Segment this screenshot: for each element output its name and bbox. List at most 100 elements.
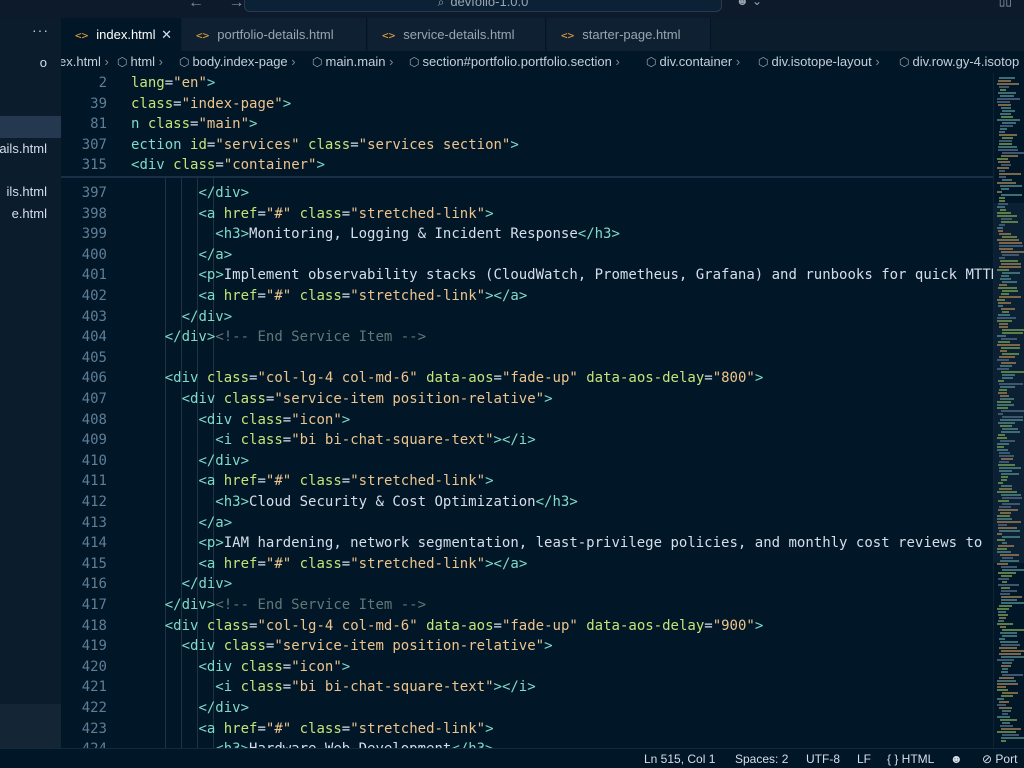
sidebar-item-selected[interactable] (0, 116, 61, 138)
code-text[interactable]: <a href="#" class="stretched-link"> (131, 719, 493, 739)
code-line[interactable]: 415 <a href="#" class="stretched-link"><… (61, 554, 993, 574)
cursor-position[interactable]: Ln 515, Col 1 (644, 749, 715, 768)
code-text[interactable]: <p>IAM hardening, network segmentation, … (131, 533, 993, 553)
tab-portfolio-details[interactable]: <> portfolio-details.html (182, 18, 367, 51)
copilot-icon[interactable]: ☻ ⌄ (736, 0, 762, 8)
code-line[interactable]: 405 (61, 348, 993, 368)
ports-indicator[interactable]: ⊘ Port (982, 749, 1017, 768)
indentation-setting[interactable]: Spaces: 2 (735, 749, 788, 768)
sidebar-item-starter-page[interactable]: e.html (0, 203, 61, 225)
minimap-line (997, 227, 1003, 229)
sticky-scroll-line[interactable]: 315 <div class="container"> (61, 155, 993, 176)
minimap[interactable] (993, 73, 1024, 748)
sticky-scroll-line[interactable]: 39 class="index-page"> (61, 93, 993, 114)
code-line[interactable]: 407 <div class="service-item position-re… (61, 389, 993, 409)
code-text[interactable]: </div> (131, 307, 233, 327)
code-line[interactable]: 397 </div> (61, 183, 993, 203)
code-text[interactable]: <div class="service-item position-relati… (131, 389, 553, 409)
breadcrumb-item[interactable]: ⬡ div.isotope-layout › (758, 51, 880, 73)
tab-index-html[interactable]: <> index.html ✕ (61, 18, 181, 51)
code-line[interactable]: 404 </div><!-- End Service Item --> (61, 327, 993, 347)
code-line[interactable]: 408 <div class="icon"> (61, 410, 993, 430)
code-text[interactable]: <div class="service-item position-relati… (131, 636, 553, 656)
code-line[interactable]: 402 <a href="#" class="stretched-link"><… (61, 286, 993, 306)
sticky-scroll-line[interactable]: 2 lang="en"> (61, 73, 993, 93)
minimap-line (999, 647, 1017, 649)
more-actions-icon[interactable]: ··· (32, 22, 49, 38)
code-line[interactable]: 398 <a href="#" class="stretched-link"> (61, 204, 993, 224)
code-text[interactable]: ection id="services" class="services sec… (131, 135, 519, 155)
sticky-scroll-line[interactable]: 307 ection id="services" class="services … (61, 134, 993, 155)
code-text[interactable]: <a href="#" class="stretched-link"></a> (131, 286, 527, 306)
code-line[interactable]: 411 <a href="#" class="stretched-link"> (61, 471, 993, 491)
code-line[interactable]: 420 <div class="icon"> (61, 657, 993, 677)
code-line[interactable]: 416 </div> (61, 574, 993, 594)
code-text[interactable]: <i class="bi bi-chat-square-text"></i> (131, 677, 535, 697)
breadcrumb-item[interactable]: ⬡ main.main › (312, 51, 393, 73)
code-text[interactable]: </a> (131, 245, 232, 265)
command-center[interactable]: ⌕ devfolio-1.0.0 (244, 0, 722, 12)
copilot-icon[interactable]: ☻ (950, 749, 963, 768)
code-text[interactable]: <div class="container"> (131, 155, 325, 175)
minimap-line (998, 524, 1007, 526)
code-text[interactable]: <div class="col-lg-4 col-md-6" data-aos=… (131, 368, 764, 388)
code-line[interactable]: 409 <i class="bi bi-chat-square-text"></… (61, 430, 993, 450)
code-line[interactable]: 412 <h3>Cloud Security & Cost Optimizati… (61, 492, 993, 512)
sidebar-item-service-details[interactable]: ils.html (0, 181, 61, 203)
code-text[interactable]: </div> (131, 574, 233, 594)
code-text[interactable]: </a> (131, 513, 232, 533)
eol-setting[interactable]: LF (857, 749, 871, 768)
breadcrumb-item[interactable]: ⬡ html › (117, 51, 163, 73)
code-text[interactable]: lang="en"> (131, 73, 215, 93)
code-text[interactable]: <h3>Monitoring, Logging & Incident Respo… (131, 224, 620, 244)
code-text[interactable]: <a href="#" class="stretched-link"> (131, 471, 493, 491)
code-text[interactable]: </div> (131, 451, 249, 471)
code-line[interactable]: 419 <div class="service-item position-re… (61, 636, 993, 656)
code-line[interactable]: 423 <a href="#" class="stretched-link"> (61, 719, 993, 739)
code-line[interactable]: 403 </div> (61, 307, 993, 327)
code-line[interactable]: 421 <i class="bi bi-chat-square-text"></… (61, 677, 993, 697)
code-text[interactable]: <div class="icon"> (131, 657, 350, 677)
tab-starter-page[interactable]: <> starter-page.html (547, 18, 711, 51)
code-line[interactable]: 400 </a> (61, 245, 993, 265)
code-text[interactable]: <a href="#" class="stretched-link"></a> (131, 554, 527, 574)
code-line[interactable]: 414 <p>IAM hardening, network segmentati… (61, 533, 993, 553)
code-text[interactable]: </div> (131, 698, 249, 718)
code-text[interactable]: </div><!-- End Service Item --> (131, 595, 426, 615)
encoding-setting[interactable]: UTF-8 (806, 749, 840, 768)
code-text[interactable]: <h3>Hardware Web Development</h3> (131, 739, 493, 748)
breadcrumb-item[interactable]: ex.html › (61, 51, 109, 73)
tab-service-details[interactable]: <> service-details.html (368, 18, 546, 51)
breadcrumb-item[interactable]: ⬡ div.row.gy-4.isotop (899, 51, 1019, 73)
code-editor[interactable]: 397 </div> 398 <a href="#" class="stretch… (61, 73, 993, 748)
code-text[interactable]: </div> (131, 183, 249, 203)
code-text[interactable]: class="index-page"> (131, 94, 291, 114)
code-line[interactable]: 418 <div class="col-lg-4 col-md-6" data-… (61, 616, 993, 636)
close-icon[interactable]: ✕ (161, 18, 172, 51)
breadcrumb-item[interactable]: ⬡ section#portfolio.portfolio.section › (409, 51, 620, 73)
code-line[interactable]: 406 <div class="col-lg-4 col-md-6" data-… (61, 368, 993, 388)
code-line[interactable]: 417 </div><!-- End Service Item --> (61, 595, 993, 615)
code-text[interactable]: <h3>Cloud Security & Cost Optimization</… (131, 492, 577, 512)
code-text[interactable]: <div class="icon"> (131, 410, 350, 430)
code-line[interactable]: 401 <p>Implement observability stacks (C… (61, 265, 993, 285)
code-line[interactable]: 410 </div> (61, 451, 993, 471)
code-text[interactable]: <a href="#" class="stretched-link"> (131, 204, 493, 224)
code-text[interactable]: </div><!-- End Service Item --> (131, 327, 426, 347)
code-text[interactable]: n class="main"> (131, 114, 257, 134)
code-text[interactable]: <div class="col-lg-4 col-md-6" data-aos=… (131, 616, 764, 636)
code-line[interactable]: 422 </div> (61, 698, 993, 718)
code-line[interactable]: 413 </a> (61, 513, 993, 533)
line-number: 315 (81, 157, 107, 174)
sticky-scroll-line[interactable]: 81 n class="main"> (61, 114, 993, 135)
breadcrumb-item[interactable]: ⬡ body.index-page › (179, 51, 296, 73)
code-text[interactable]: <i class="bi bi-chat-square-text"></i> (131, 430, 535, 450)
breadcrumb-item[interactable]: ⬡ div.container › (646, 51, 740, 73)
language-mode[interactable]: { } HTML (887, 749, 934, 768)
code-text[interactable]: <p>Implement observability stacks (Cloud… (131, 265, 993, 285)
sidebar-item[interactable]: o (0, 52, 61, 74)
code-line[interactable]: 424 <h3>Hardware Web Development</h3> (61, 739, 993, 748)
layout-icon[interactable]: ▯▯ (999, 0, 1012, 8)
sidebar-item-portfolio-details[interactable]: tails.html (0, 138, 61, 160)
code-line[interactable]: 399 <h3>Monitoring, Logging & Incident R… (61, 224, 993, 244)
